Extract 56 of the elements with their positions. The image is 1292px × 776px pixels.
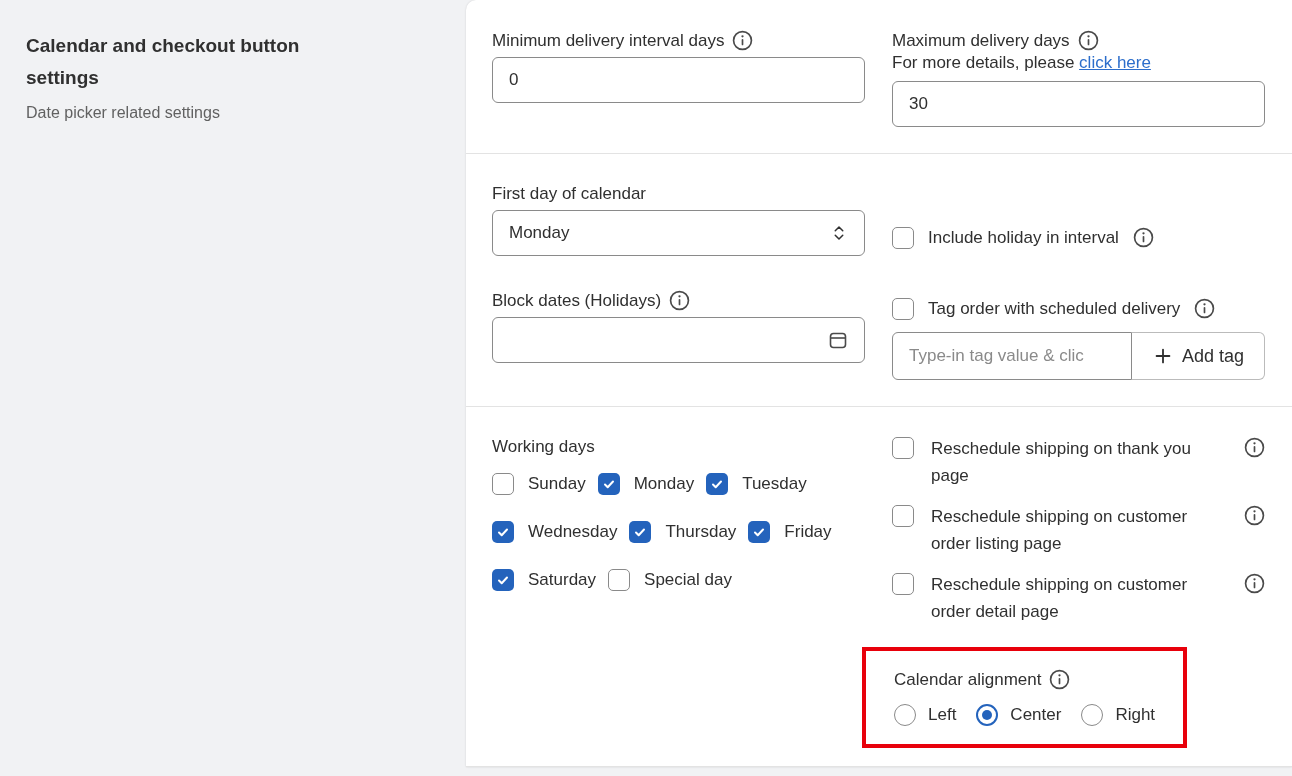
field-label: Minimum delivery interval days: [492, 30, 725, 51]
checkbox-label: Tuesday: [742, 474, 807, 494]
checkbox-label: Special day: [644, 570, 732, 590]
checkbox[interactable]: [892, 437, 914, 459]
radio-button[interactable]: [976, 704, 999, 726]
checkbox[interactable]: [892, 297, 914, 320]
checkbox-label: Saturday: [528, 570, 597, 590]
field-label: First day of calendar: [492, 184, 646, 204]
date-field[interactable]: [492, 317, 865, 363]
calendar-icon: [828, 330, 848, 350]
checkbox[interactable]: [492, 473, 514, 495]
info-icon[interactable]: [732, 30, 754, 51]
input-field[interactable]: 30: [892, 81, 1265, 127]
field-label: Maximum delivery days: [892, 30, 1070, 51]
radio-label: Left: [928, 705, 957, 725]
info-icon[interactable]: [1244, 573, 1265, 594]
tag-input-field[interactable]: Type-in tag value & clic: [892, 332, 1132, 380]
checkbox[interactable]: [748, 521, 771, 543]
checkbox[interactable]: [892, 226, 914, 249]
info-icon[interactable]: [1077, 30, 1099, 51]
checkbox[interactable]: [492, 521, 514, 543]
info-icon[interactable]: [1049, 669, 1071, 690]
info-icon[interactable]: [1132, 227, 1154, 248]
checkbox-label: Friday: [784, 522, 832, 542]
checkbox[interactable]: [706, 473, 729, 495]
checkbox[interactable]: [597, 473, 620, 495]
checkbox-label: Sunday: [528, 474, 586, 494]
checkbox-label: Tag order with scheduled delivery: [928, 298, 1181, 320]
checkbox-label: Monday: [633, 474, 695, 494]
checkbox[interactable]: [629, 521, 652, 543]
info-icon[interactable]: [1244, 437, 1265, 458]
info-icon[interactable]: [1244, 505, 1265, 526]
checkbox[interactable]: [492, 569, 514, 591]
select-field[interactable]: Monday: [492, 210, 865, 256]
field-label: Block dates (Holidays): [492, 290, 662, 311]
checkbox-label: Thursday: [665, 522, 737, 542]
checkbox-label: Reschedule shipping on customer order listing page: [931, 506, 1189, 555]
info-icon[interactable]: [669, 290, 691, 311]
checkbox-label: Reschedule shipping on customer order detail page: [931, 574, 1189, 623]
info-icon[interactable]: [1194, 298, 1216, 319]
checkbox-label: Reschedule shipping on thank you page: [931, 438, 1192, 487]
radio-label: Right: [1115, 705, 1156, 725]
help-text: For more details, please: [892, 53, 1075, 72]
checkbox[interactable]: [892, 505, 914, 527]
add-tag-button[interactable]: Add tag: [1131, 332, 1265, 380]
checkbox[interactable]: [608, 569, 631, 591]
section-title: Calendar and checkout button settings: [26, 34, 301, 90]
checkbox-label: Wednesday: [528, 522, 618, 542]
radio-label: Center: [1010, 705, 1062, 725]
field-label: Calendar alignment: [894, 669, 1042, 690]
checkbox-label: Include holiday in interval: [928, 227, 1119, 249]
section-subtitle: Date picker related settings: [26, 104, 221, 122]
checkbox[interactable]: [892, 573, 914, 595]
field-label: Working days: [492, 437, 595, 457]
input-field[interactable]: 0: [492, 57, 865, 103]
help-link[interactable]: click here: [1079, 53, 1151, 72]
